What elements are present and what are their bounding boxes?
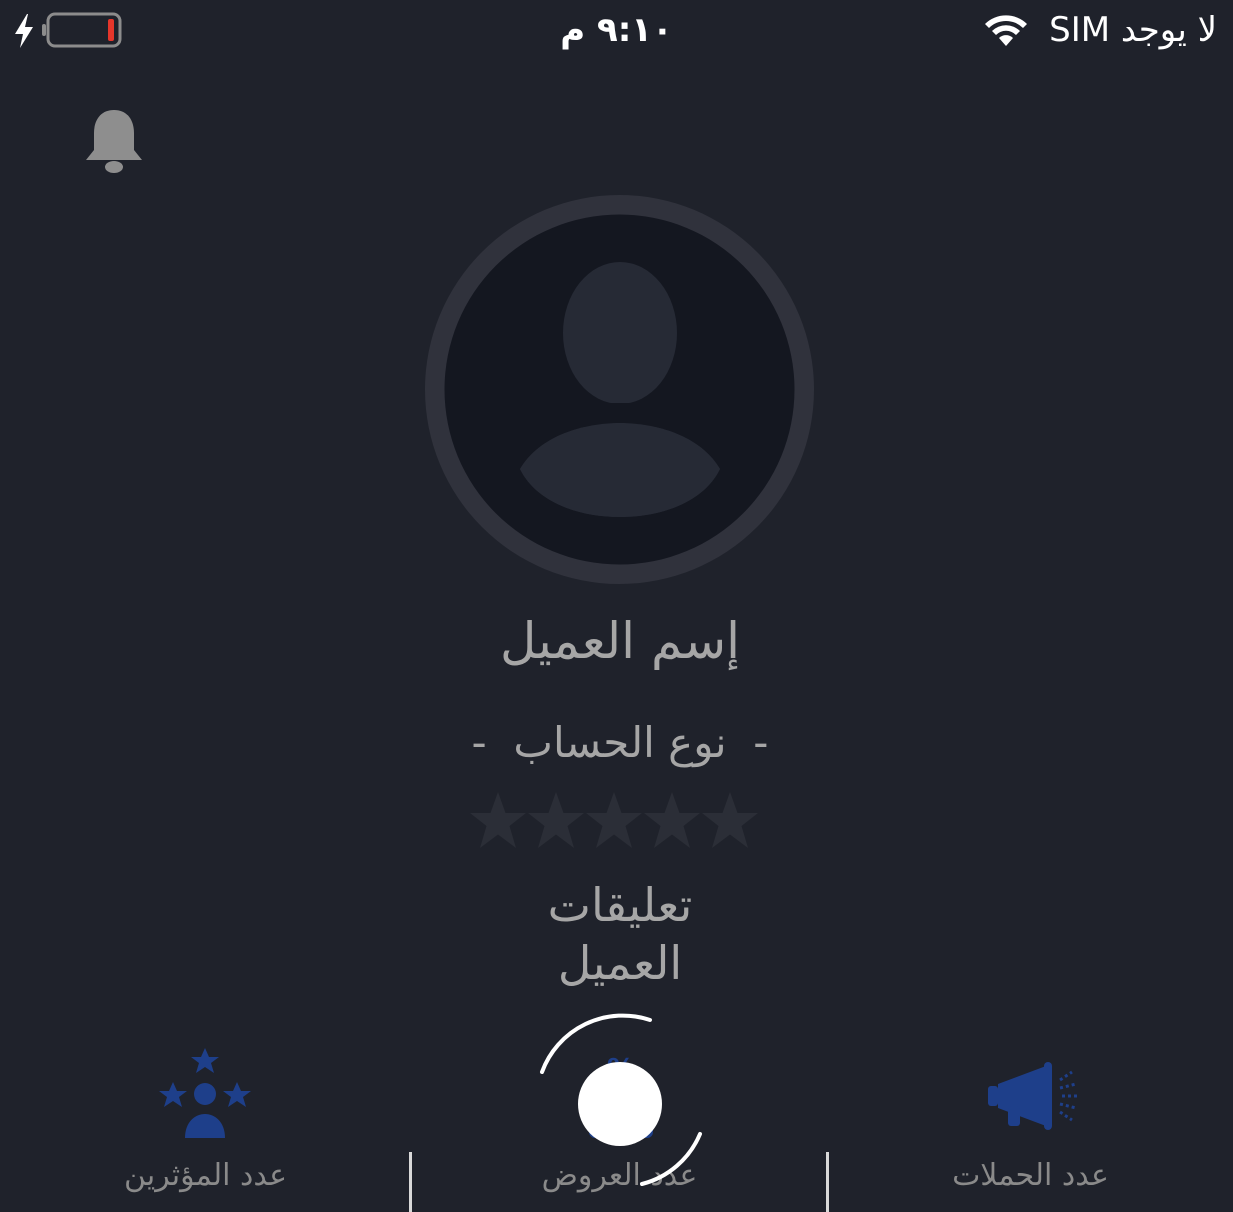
star-icon[interactable] xyxy=(584,788,644,854)
status-time: ٩:١٠ م xyxy=(560,10,673,50)
star-icon[interactable] xyxy=(526,788,586,854)
divider xyxy=(826,1152,829,1212)
customer-comments-link[interactable]: تعليقات العميل xyxy=(510,876,730,992)
loading-spinner-icon xyxy=(540,1013,702,1186)
profile-screen: ٩:١٠ م لا يوجد SIM إسم العميل - نوع الحس… xyxy=(0,0,1233,1212)
influencers-label: عدد المؤثرين xyxy=(124,1158,287,1193)
star-icon[interactable] xyxy=(468,788,528,854)
wifi-icon xyxy=(985,15,1027,46)
status-bar: ٩:١٠ م لا يوجد SIM xyxy=(0,0,1233,70)
comments-line2: العميل xyxy=(557,936,683,990)
campaigns-label: عدد الحملات xyxy=(952,1158,1109,1193)
default-user-avatar-icon[interactable] xyxy=(425,195,814,584)
comments-line1: تعليقات xyxy=(547,878,693,932)
campaigns-stat[interactable]: عدد الحملات xyxy=(828,1040,1233,1212)
account-type: - نوع الحساب - xyxy=(471,718,769,767)
customer-name: إسم العميل xyxy=(499,612,741,670)
influencers-stat[interactable]: عدد المؤثرين xyxy=(0,1040,411,1212)
influencers-icon xyxy=(159,1048,251,1138)
megaphone-icon xyxy=(988,1062,1078,1130)
bell-icon[interactable] xyxy=(80,106,148,178)
star-rating[interactable] xyxy=(470,788,770,854)
star-icon[interactable] xyxy=(642,788,702,854)
star-icon[interactable] xyxy=(700,788,760,854)
carrier-label: لا يوجد SIM xyxy=(1049,10,1217,50)
